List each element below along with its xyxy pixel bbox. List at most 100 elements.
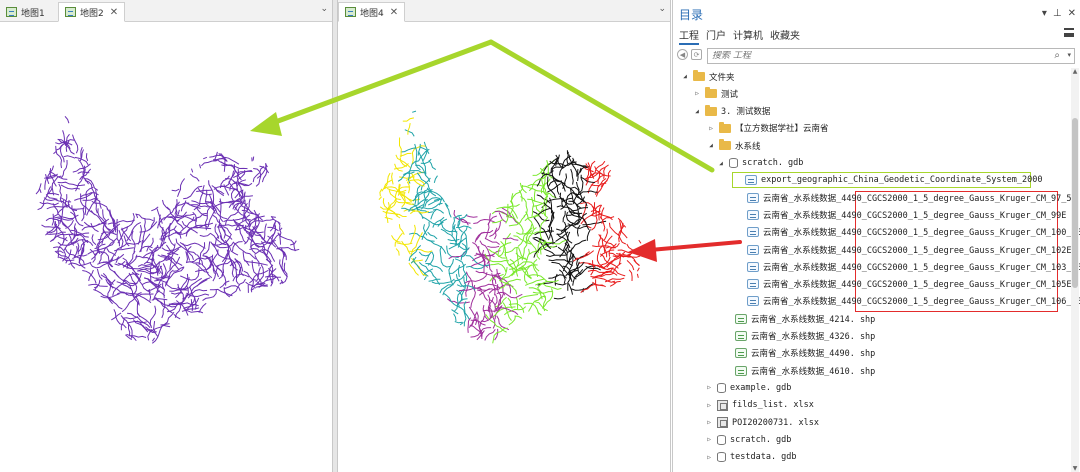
close-icon[interactable]: ✕ [1068,8,1076,19]
tree-item[interactable]: ▷ POI20200731. xlsx [705,414,819,431]
expand-toggle-icon[interactable]: ◢ [717,160,725,167]
folder-icon [719,121,731,133]
expand-toggle-icon[interactable]: ▷ [705,402,713,409]
tab-map1[interactable]: 地图1 [0,2,51,22]
tree-item-label: 云南省_水系线数据_4490_CGCS2000_1_5_degree_Gauss… [763,262,1080,273]
tab-label: 地图4 [360,8,384,19]
tree-item[interactable]: 云南省_水系线数据_4214. shp [723,310,875,327]
tree-item[interactable]: 云南省_水系线数据_4490_CGCS2000_1_5_degree_Gauss… [735,241,1072,258]
catalog-tabs: 工程 门户 计算机 收藏夹 [679,27,800,45]
geodatabase-icon [717,434,726,445]
pin-icon[interactable]: ⊥ [1053,8,1062,19]
map-canvas-middle[interactable] [338,22,672,472]
folder-icon [693,70,705,81]
catalog-title: 目录 [679,8,704,22]
tree-item[interactable]: ▷ scratch. gdb [705,431,791,448]
arcgis-window: 地图1 地图2 ✕ ⌄ 地图4 ✕ ⌄ 目录 ▾ ⊥ ✕ 工程 门户 计算机 收… [0,0,1080,472]
feature-class-icon [747,296,759,307]
tree-item-label: 云南省_水系线数据_4490_CGCS2000_1_5_degree_Gauss… [763,245,1072,256]
expand-toggle-icon[interactable]: ▷ [693,90,701,97]
expand-toggle-icon[interactable]: ◢ [681,73,689,80]
expand-toggle-icon[interactable]: ◢ [693,108,701,115]
map-icon [65,7,76,17]
tree-item[interactable]: ▷ example. gdb [705,379,791,396]
scroll-down-icon[interactable]: ▼ [1071,465,1079,472]
tree-item[interactable]: 云南省_水系线数据_4610. shp [723,362,875,379]
tree-item[interactable]: ▷ filds_list. xlsx [705,397,814,414]
feature-class-icon [747,227,759,238]
tree-item[interactable]: 云南省_水系线数据_4490_CGCS2000_1_5_degree_Gauss… [735,189,1077,206]
tree-item[interactable]: ▷ 【立方数据学社】云南省 [707,120,829,137]
folder-icon [705,87,717,99]
expand-toggle-icon[interactable]: ▷ [705,384,713,391]
tab-map2[interactable]: 地图2 ✕ [58,2,126,22]
tree-item-label: example. gdb [730,382,792,393]
excel-icon [717,417,728,428]
close-icon[interactable]: ✕ [390,7,398,18]
map-icon [345,7,356,17]
tab-map4[interactable]: 地图4 ✕ [338,2,406,22]
tree-item[interactable]: ◢ 文件夹 [681,68,735,85]
expand-toggle-icon[interactable]: ▷ [705,436,713,443]
expand-toggle-icon[interactable]: ◢ [707,142,715,149]
map-canvas-left[interactable] [0,22,333,472]
tree-item-label: testdata. gdb [730,452,797,463]
tree-item[interactable]: 云南省_水系线数据_4490_CGCS2000_1_5_degree_Gauss… [735,293,1080,310]
expand-toggle-icon[interactable]: ▷ [705,419,713,426]
tree-item[interactable]: ▷ testdata. gdb [705,449,797,466]
feature-class-icon [747,279,759,290]
tree-item[interactable]: 云南省_水系线数据_4490. shp [723,345,875,362]
tree-item[interactable]: ◢ 3. 测试数据 [693,103,770,120]
tree-item[interactable]: 云南省_水系线数据_4490_CGCS2000_1_5_degree_Gauss… [735,224,1080,241]
search-input[interactable] [712,51,1032,61]
shapefile-icon [735,313,747,324]
geodatabase-icon [717,382,726,393]
tab-favorites[interactable]: 收藏夹 [770,27,800,45]
feature-class-icon [747,192,759,203]
menu-icon[interactable] [1064,28,1074,37]
feature-class-icon [747,209,759,220]
river-network [378,110,642,344]
tree-item-label: 云南省_水系线数据_4490_CGCS2000_1_5_degree_Gauss… [763,210,1067,221]
scroll-up-icon[interactable]: ▲ [1071,68,1079,75]
tree-item[interactable]: 云南省_水系线数据_4490_CGCS2000_1_5_degree_Gauss… [735,276,1072,293]
tree-item-label: 测试 [721,89,739,100]
tree-item-label: 云南省_水系线数据_4490_CGCS2000_1_5_degree_Gauss… [763,297,1080,308]
tree-item[interactable]: 云南省_水系线数据_4490_CGCS2000_1_5_degree_Gauss… [735,206,1066,223]
map-pane-left: 地图1 地图2 ✕ ⌄ [0,0,333,472]
feature-class-icon [745,175,757,186]
chevron-down-icon[interactable]: ▾ [1067,51,1071,59]
tab-computer[interactable]: 计算机 [733,27,763,45]
tree-item-label: POI20200731. xlsx [732,417,819,428]
catalog-search: ⌕ ▾ [707,48,1075,64]
tree-item-label: scratch. gdb [742,158,804,168]
close-icon[interactable]: ✕ [110,7,118,18]
tree-item[interactable]: export_geographic_China_Geodetic_Coordin… [733,172,1042,189]
tree-item[interactable]: 云南省_水系线数据_4490_CGCS2000_1_5_degree_Gauss… [735,258,1080,275]
chevron-down-icon[interactable]: ⌄ [320,4,328,14]
shapefile-icon [735,331,747,341]
tree-item-label: 云南省_水系线数据_4490_CGCS2000_1_5_degree_Gauss… [763,193,1077,204]
tab-project[interactable]: 工程 [679,27,699,45]
tree-item[interactable]: ◢ 水系线 [707,137,761,154]
chevron-down-icon[interactable]: ▾ [1042,8,1047,19]
catalog-pane: 目录 ▾ ⊥ ✕ 工程 门户 计算机 收藏夹 ◀ ⟳ ⌕ ▾ ◢ 文件夹 ▷ 测试 ◢ 3… [672,0,1080,472]
scrollbar-thumb[interactable] [1072,118,1078,288]
expand-toggle-icon[interactable]: ▷ [705,454,713,461]
back-icon[interactable]: ◀ [677,49,688,60]
feature-class-icon [747,244,759,255]
chevron-down-icon[interactable]: ⌄ [658,4,666,14]
tab-label: 地图1 [21,8,45,19]
tree-item-label: 云南省_水系线数据_4490_CGCS2000_1_5_degree_Gauss… [763,280,1072,291]
shapefile-icon [735,348,747,359]
tree-item[interactable]: 云南省_水系线数据_4326. shp [723,328,875,345]
tab-portal[interactable]: 门户 [706,27,726,45]
catalog-scrollbar[interactable]: ▲ ▼ [1071,68,1079,472]
expand-toggle-icon[interactable]: ▷ [707,125,715,132]
tree-item-label: filds_list. xlsx [732,400,814,411]
search-icon[interactable]: ⌕ [1054,50,1060,61]
refresh-icon[interactable]: ⟳ [691,49,702,60]
tree-item[interactable]: ◢ scratch. gdb [717,155,803,172]
nav-buttons: ◀ ⟳ [677,49,702,60]
tree-item[interactable]: ▷ 测试 [693,85,738,102]
